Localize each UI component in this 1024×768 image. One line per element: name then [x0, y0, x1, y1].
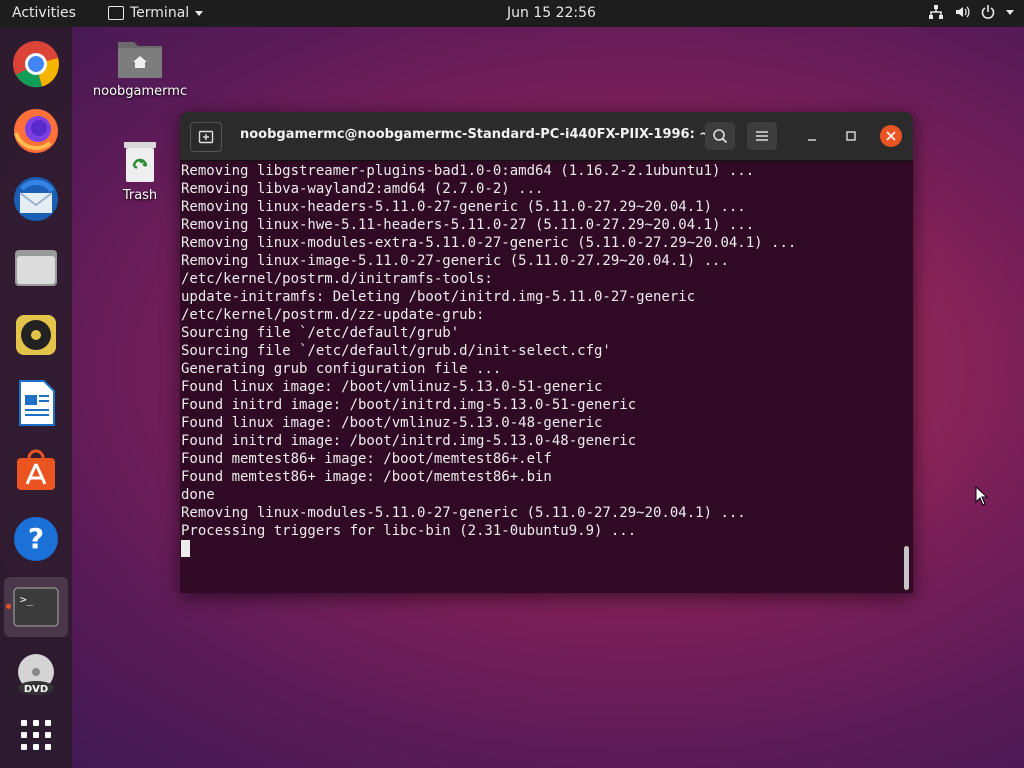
minimize-button[interactable]: [802, 126, 822, 146]
top-bar: Activities Terminal Jun 15 22:56: [0, 0, 1024, 27]
firefox-icon: [14, 109, 58, 153]
trash-icon: [124, 142, 156, 182]
terminal-line: Found memtest86+ image: /boot/memtest86+…: [181, 469, 552, 485]
dock-item-firefox[interactable]: [4, 101, 68, 161]
power-icon: [981, 5, 995, 19]
files-icon: [15, 250, 57, 286]
terminal-line: Found linux image: /boot/vmlinuz-5.13.0-…: [181, 415, 603, 431]
dock-item-software[interactable]: [4, 441, 68, 501]
window-title: noobgamermc@noobgamermc-Standard-PC-i440…: [240, 127, 711, 142]
dock-item-writer[interactable]: [4, 373, 68, 433]
maximize-icon: [846, 131, 856, 141]
terminal-line: /etc/kernel/postrm.d/initramfs-tools:: [181, 271, 493, 287]
terminal-line: done: [181, 487, 215, 503]
terminal-line: Processing triggers for libc-bin (2.31-0…: [181, 523, 637, 539]
terminal-line: Generating grub configuration file ...: [181, 361, 502, 377]
maximize-button[interactable]: [841, 126, 861, 146]
terminal-line: update-initramfs: Deleting /boot/initrd.…: [181, 289, 696, 305]
svg-text:?: ?: [28, 522, 44, 555]
terminal-line: /etc/kernel/postrm.d/zz-update-grub:: [181, 307, 485, 323]
terminal-line: Removing linux-image-5.11.0-27-generic (…: [181, 253, 729, 269]
mouse-pointer-icon: [975, 486, 989, 506]
chevron-down-icon: [195, 10, 204, 16]
dock: ? >_ DVD: [0, 27, 72, 768]
home-folder-icon: [118, 42, 162, 78]
desktop-home-folder[interactable]: noobgamermc: [90, 36, 190, 99]
show-applications-button[interactable]: [4, 705, 68, 765]
new-tab-button[interactable]: [190, 122, 222, 152]
new-tab-icon: [198, 130, 214, 144]
terminal-line: Found memtest86+ image: /boot/memtest86+…: [181, 451, 552, 467]
terminal-line: Found linux image: /boot/vmlinuz-5.13.0-…: [181, 379, 603, 395]
dock-item-rhythmbox[interactable]: [4, 305, 68, 365]
dock-item-help[interactable]: ?: [4, 509, 68, 569]
running-indicator: [6, 604, 11, 609]
terminal-line: Sourcing file `/etc/default/grub.d/init-…: [181, 343, 611, 359]
thunderbird-icon: [14, 177, 58, 221]
desktop-trash[interactable]: Trash: [110, 140, 170, 203]
app-menu[interactable]: Terminal: [108, 5, 204, 21]
desktop-home-label: noobgamermc: [92, 84, 188, 99]
network-icon: [929, 5, 943, 19]
menu-button[interactable]: [747, 122, 777, 150]
terminal-line: Removing linux-modules-extra-5.11.0-27-g…: [181, 235, 797, 251]
dock-item-thunderbird[interactable]: [4, 169, 68, 229]
terminal-icon: [108, 6, 124, 20]
system-menu[interactable]: [928, 4, 1014, 20]
dock-item-dvd[interactable]: DVD: [4, 645, 68, 705]
dock-item-terminal[interactable]: >_: [4, 577, 68, 637]
dvd-icon: DVD: [18, 654, 54, 695]
close-icon: [886, 131, 896, 141]
scrollbar[interactable]: [904, 546, 909, 590]
svg-text:>_: >_: [20, 593, 34, 606]
writer-icon: [19, 380, 55, 426]
software-icon: [17, 449, 55, 490]
terminal-line: Removing linux-hwe-5.11-headers-5.11.0-2…: [181, 217, 755, 233]
terminal-line: Removing libgstreamer-plugins-bad1.0-0:a…: [181, 163, 755, 179]
hamburger-menu-icon: [756, 131, 768, 141]
terminal-line: Sourcing file `/etc/default/grub': [181, 325, 460, 341]
terminal-line: Removing libva-wayland2:amd64 (2.7.0-2) …: [181, 181, 544, 197]
terminal-titlebar[interactable]: noobgamermc@noobgamermc-Standard-PC-i440…: [180, 112, 913, 161]
grid-icon: [21, 720, 51, 750]
text-cursor: [181, 540, 190, 557]
svg-text:DVD: DVD: [24, 684, 48, 695]
rhythmbox-icon: [16, 315, 56, 355]
volume-icon: [956, 6, 970, 18]
close-button[interactable]: [880, 125, 902, 147]
terminal-output[interactable]: Removing libgstreamer-plugins-bad1.0-0:a…: [181, 161, 901, 593]
terminal-icon: >_: [13, 587, 59, 627]
dock-item-files[interactable]: [4, 237, 68, 297]
minimize-icon: [808, 139, 816, 141]
chrome-icon: [13, 41, 59, 88]
clock[interactable]: Jun 15 22:56: [507, 5, 596, 21]
search-icon: [713, 129, 728, 144]
desktop-trash-label: Trash: [122, 188, 158, 203]
activities-button[interactable]: Activities: [12, 5, 76, 21]
terminal-line: Found initrd image: /boot/initrd.img-5.1…: [181, 397, 637, 413]
chevron-down-icon: [1006, 9, 1014, 15]
prompt-line: [181, 540, 901, 558]
terminal-line: Removing linux-headers-5.11.0-27-generic…: [181, 199, 746, 215]
terminal-line: Removing linux-modules-5.11.0-27-generic…: [181, 505, 746, 521]
app-menu-label: Terminal: [130, 5, 190, 21]
search-button[interactable]: [705, 122, 735, 150]
terminal-line: Found initrd image: /boot/initrd.img-5.1…: [181, 433, 637, 449]
terminal-window[interactable]: noobgamermc@noobgamermc-Standard-PC-i440…: [180, 112, 913, 593]
help-icon: ?: [14, 517, 58, 561]
dock-item-chrome[interactable]: [4, 34, 68, 94]
